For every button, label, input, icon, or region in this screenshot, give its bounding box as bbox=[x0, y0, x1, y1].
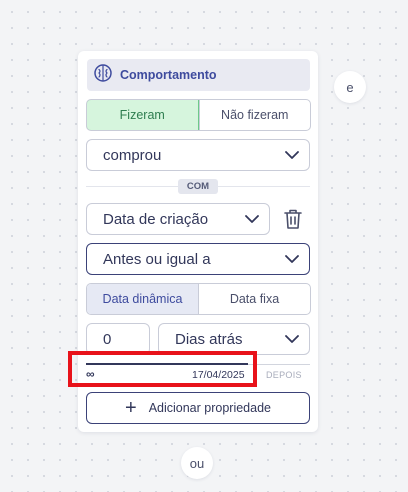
add-property-label: Adicionar propriedade bbox=[148, 401, 271, 415]
chevron-down-icon bbox=[285, 151, 299, 159]
date-mode-toggle: Data dinâmica Data fixa bbox=[86, 283, 311, 315]
chevron-down-icon bbox=[285, 335, 299, 343]
com-connector-badge: COM bbox=[178, 179, 218, 194]
option-fizeram[interactable]: Fizeram bbox=[87, 100, 199, 130]
performed-toggle: Fizeram Não fizeram bbox=[86, 99, 311, 131]
plus-icon: + bbox=[125, 397, 137, 419]
unit-select-value: Dias atrás bbox=[175, 330, 243, 348]
event-select[interactable]: comprou bbox=[86, 139, 310, 171]
and-connector-bubble[interactable]: e bbox=[334, 71, 366, 103]
trash-icon[interactable] bbox=[283, 208, 303, 230]
chevron-down-icon bbox=[285, 255, 299, 263]
operator-select-value: Antes ou igual a bbox=[103, 250, 211, 268]
option-nao-fizeram[interactable]: Não fizeram bbox=[198, 100, 311, 130]
behavior-title: Comportamento bbox=[120, 68, 217, 82]
highlight-box bbox=[68, 351, 257, 387]
option-data-fixa[interactable]: Data fixa bbox=[198, 284, 310, 314]
chevron-down-icon bbox=[245, 215, 259, 223]
property-select[interactable]: Data de criação bbox=[86, 203, 270, 235]
property-select-value: Data de criação bbox=[103, 210, 209, 228]
range-after-label: DEPOIS bbox=[266, 370, 302, 380]
range-track-rest bbox=[248, 364, 310, 365]
brain-icon bbox=[93, 63, 113, 88]
or-connector-bubble[interactable]: ou bbox=[181, 447, 213, 479]
add-property-button[interactable]: + Adicionar propriedade bbox=[86, 392, 310, 424]
option-data-dinamica[interactable]: Data dinâmica bbox=[87, 284, 198, 314]
event-select-value: comprou bbox=[103, 146, 162, 164]
behavior-header: Comportamento bbox=[87, 59, 310, 91]
operator-select[interactable]: Antes ou igual a bbox=[86, 243, 310, 275]
